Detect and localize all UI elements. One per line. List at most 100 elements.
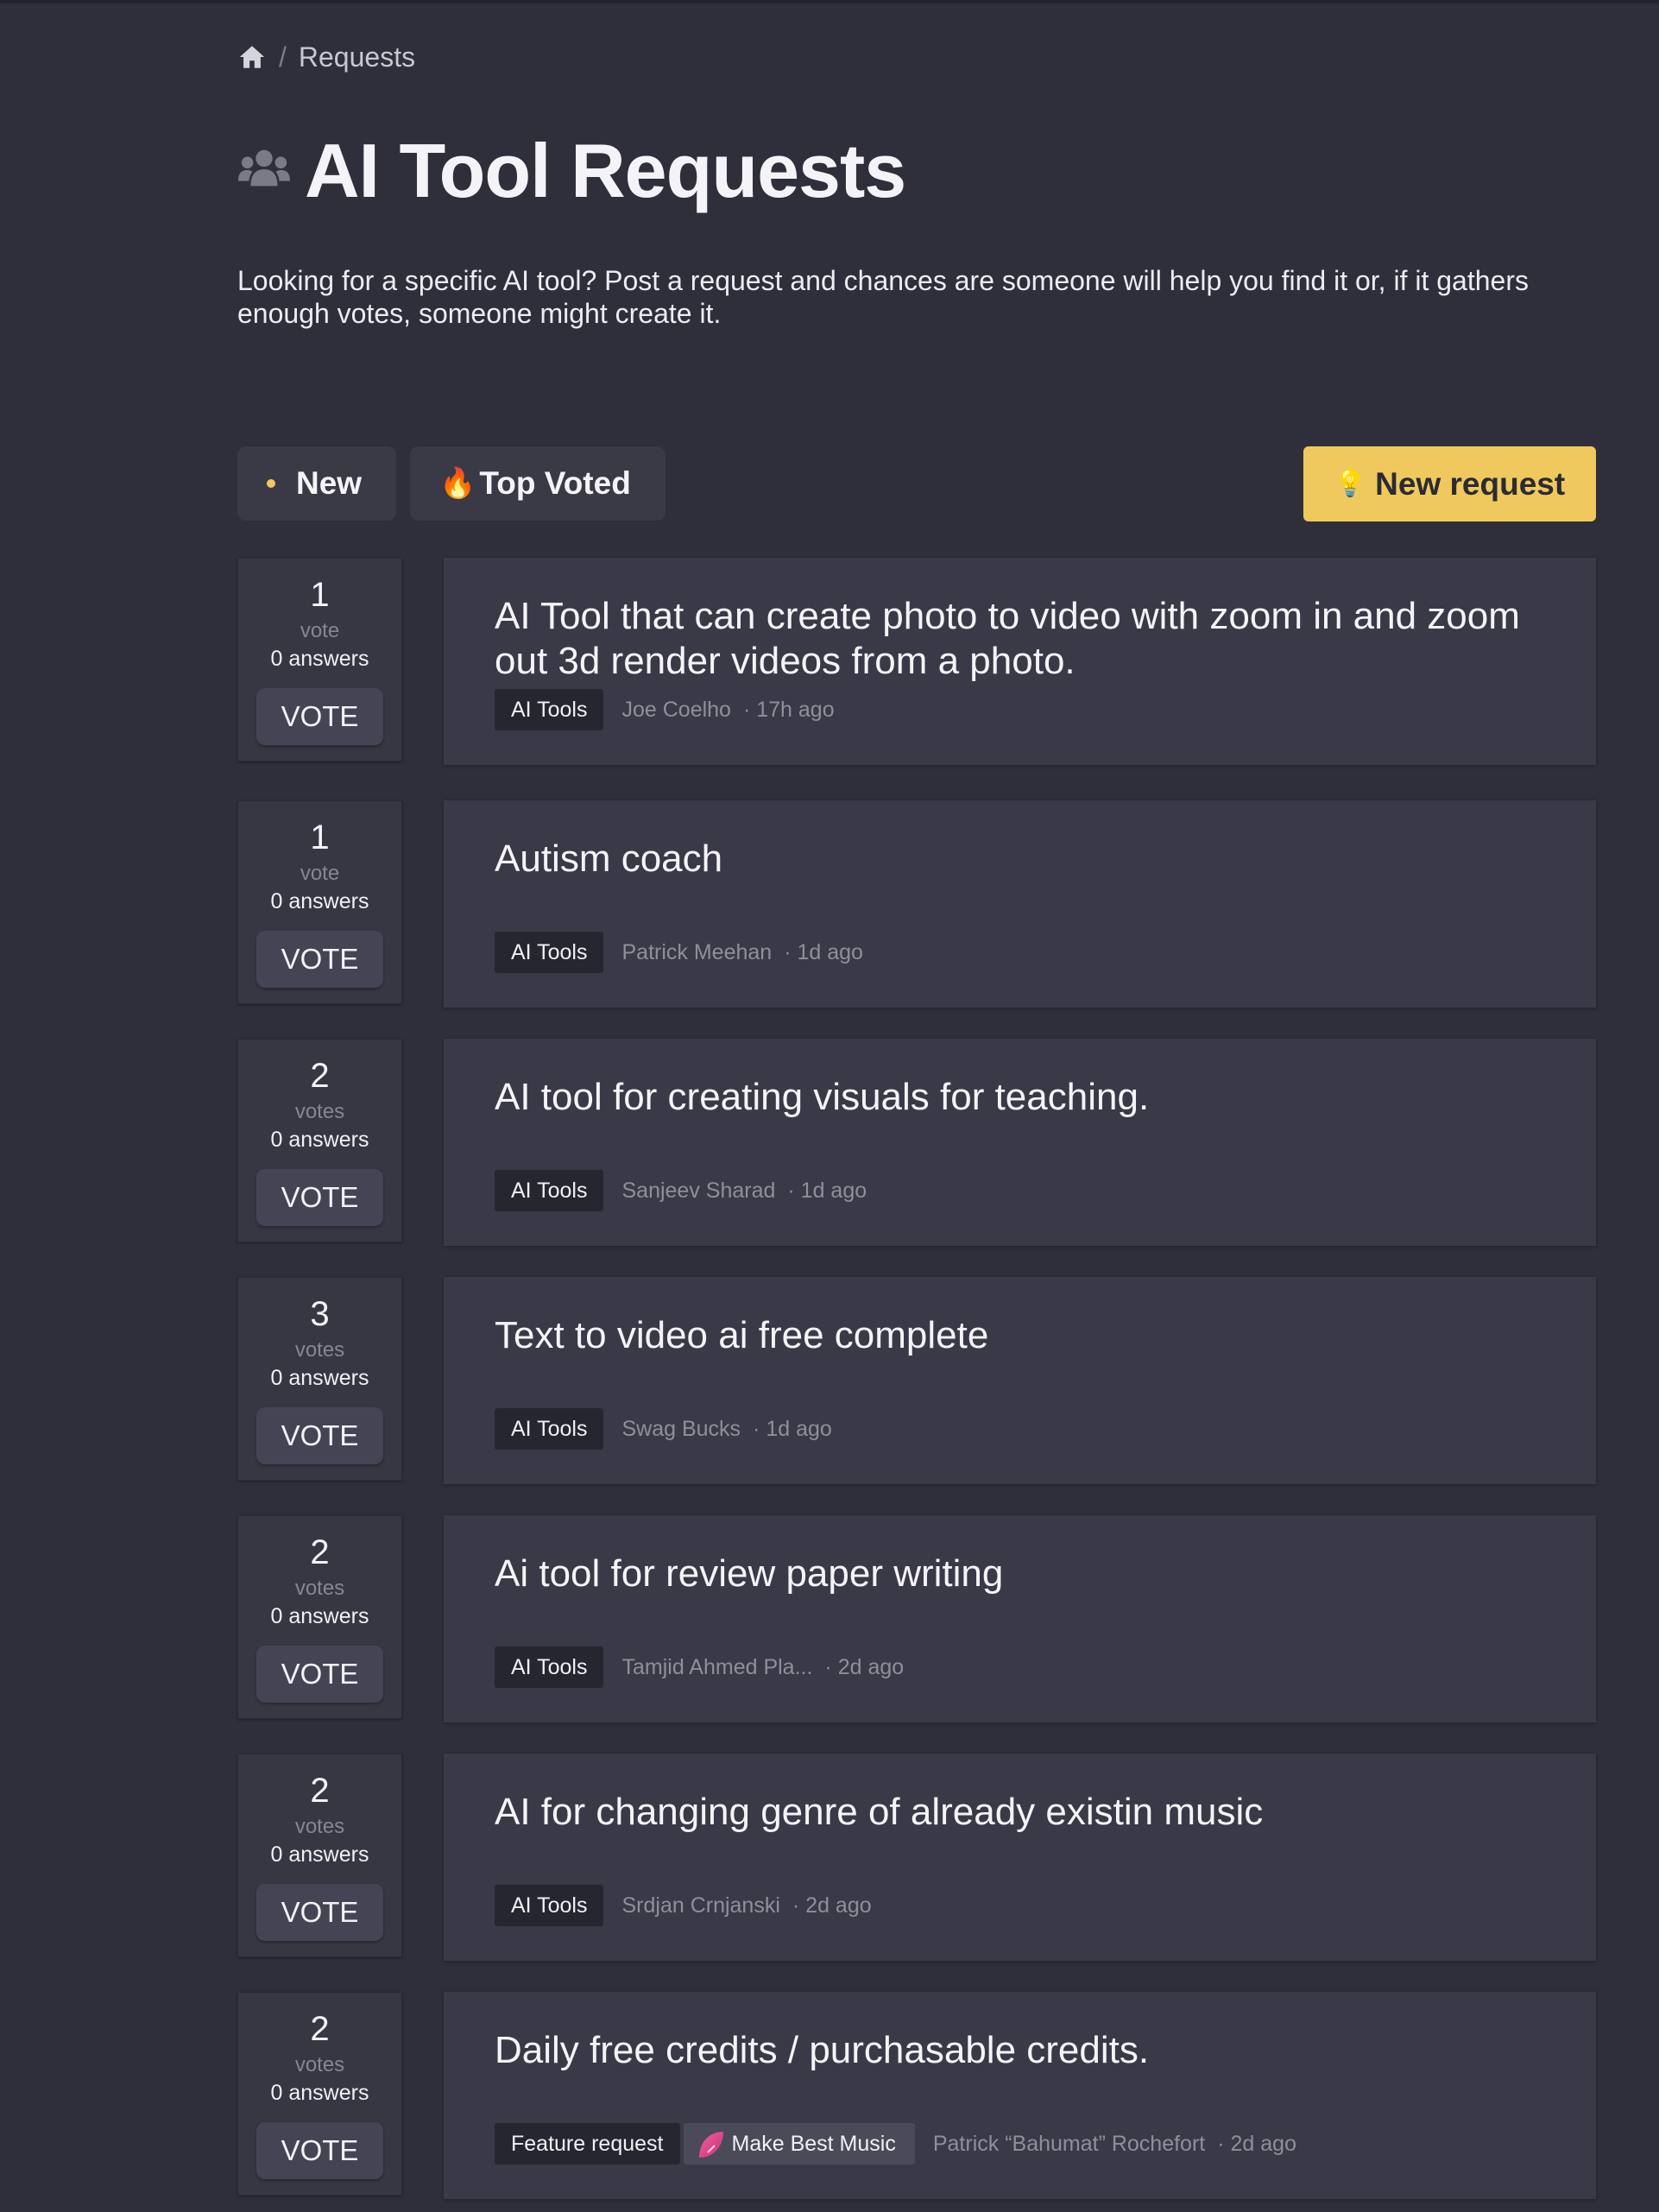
users-icon bbox=[237, 150, 291, 186]
author-name[interactable]: Swag Bucks bbox=[621, 1417, 741, 1442]
request-item: 2 votes 0 answers VOTE Daily free credit… bbox=[237, 1992, 1596, 2199]
author-name[interactable]: Patrick “Bahumat” Rochefort bbox=[933, 2132, 1205, 2157]
request-card[interactable]: AI tool for creating visuals for teachin… bbox=[444, 1039, 1596, 1246]
active-dot-icon bbox=[267, 479, 275, 488]
vote-count: 2 bbox=[310, 2010, 330, 2048]
request-meta: Feature request Make Best Music Patrick … bbox=[495, 2123, 1296, 2165]
author-name[interactable]: Tamjid Ahmed Pla... bbox=[621, 1655, 812, 1680]
tab-new-label: New bbox=[296, 465, 363, 501]
vote-button[interactable]: VOTE bbox=[256, 1407, 383, 1464]
request-meta: AI Tools Tamjid Ahmed Pla... · 2d ago bbox=[495, 1646, 904, 1688]
tab-top-voted-label: Top Voted bbox=[479, 465, 631, 501]
request-meta: AI Tools Joe Coelho · 17h ago bbox=[495, 689, 835, 730]
category-tag[interactable]: AI Tools bbox=[495, 689, 604, 730]
new-request-button[interactable]: 💡 New request bbox=[1303, 446, 1596, 521]
vote-unit: votes bbox=[294, 1815, 345, 1838]
request-title[interactable]: Ai tool for review paper writing bbox=[495, 1552, 1530, 1596]
vote-button[interactable]: VOTE bbox=[256, 931, 383, 988]
request-title[interactable]: Daily free credits / purchasable credits… bbox=[495, 2028, 1530, 2073]
author-name[interactable]: Sanjeev Sharad bbox=[621, 1179, 775, 1204]
vote-count: 1 bbox=[310, 576, 330, 614]
vote-unit: votes bbox=[294, 1577, 345, 1600]
product-tag-label: Make Best Music bbox=[731, 2131, 896, 2156]
request-item: 1 vote 0 answers VOTE Autism coach AI To… bbox=[237, 800, 1596, 1008]
page-header: AI Tool Requests bbox=[237, 128, 906, 213]
request-card[interactable]: Autism coach AI Tools Patrick Meehan · 1… bbox=[444, 800, 1596, 1008]
request-card[interactable]: Text to video ai free complete AI Tools … bbox=[444, 1277, 1596, 1484]
vote-button[interactable]: VOTE bbox=[256, 1646, 383, 1703]
top-edge bbox=[0, 0, 1659, 3]
vote-count: 2 bbox=[310, 1772, 330, 1810]
author-name[interactable]: Patrick Meehan bbox=[621, 940, 772, 965]
vote-button[interactable]: VOTE bbox=[256, 688, 383, 745]
request-title[interactable]: AI tool for creating visuals for teachin… bbox=[495, 1075, 1530, 1120]
vote-panel: 1 vote 0 answers VOTE bbox=[237, 558, 402, 762]
vote-panel: 2 votes 0 answers VOTE bbox=[237, 1515, 402, 1719]
vote-unit: votes bbox=[294, 2053, 345, 2076]
product-tag[interactable]: Make Best Music bbox=[683, 2123, 915, 2165]
breadcrumb-current[interactable]: Requests bbox=[299, 41, 415, 73]
vote-panel: 1 vote 0 answers VOTE bbox=[237, 800, 402, 1004]
request-item: 2 votes 0 answers VOTE AI tool for creat… bbox=[237, 1039, 1596, 1246]
category-tag[interactable]: AI Tools bbox=[495, 1408, 604, 1450]
tab-top-voted[interactable]: 🔥 Top Voted bbox=[410, 446, 665, 521]
vote-button[interactable]: VOTE bbox=[256, 1169, 383, 1226]
lightbulb-icon: 💡 bbox=[1334, 470, 1367, 498]
request-meta: AI Tools Srdjan Crnjanski · 2d ago bbox=[495, 1885, 872, 1926]
vote-button[interactable]: VOTE bbox=[256, 2122, 383, 2179]
category-tag[interactable]: AI Tools bbox=[495, 1646, 604, 1688]
vote-panel: 2 votes 0 answers VOTE bbox=[237, 1039, 402, 1242]
post-age: · 1d ago bbox=[753, 1416, 832, 1441]
request-meta: AI Tools Sanjeev Sharad · 1d ago bbox=[495, 1170, 867, 1211]
vote-panel: 2 votes 0 answers VOTE bbox=[237, 1754, 402, 1957]
request-title[interactable]: Autism coach bbox=[495, 837, 1530, 882]
request-title[interactable]: Text to video ai free complete bbox=[495, 1313, 1530, 1358]
answer-count: 0 answers bbox=[270, 1842, 369, 1867]
vote-count: 2 bbox=[310, 1533, 330, 1571]
vote-panel: 3 votes 0 answers VOTE bbox=[237, 1277, 402, 1481]
request-card[interactable]: AI for changing genre of already existin… bbox=[444, 1754, 1596, 1961]
vote-count: 2 bbox=[310, 1057, 330, 1095]
category-tag[interactable]: AI Tools bbox=[495, 932, 604, 973]
breadcrumb-separator: / bbox=[279, 41, 287, 73]
vote-button[interactable]: VOTE bbox=[256, 1884, 383, 1941]
request-item: 2 votes 0 answers VOTE Ai tool for revie… bbox=[237, 1515, 1596, 1722]
category-tag[interactable]: AI Tools bbox=[495, 1170, 604, 1211]
request-item: 2 votes 0 answers VOTE AI for changing g… bbox=[237, 1754, 1596, 1961]
tab-new[interactable]: New bbox=[237, 446, 397, 521]
breadcrumb: / Requests bbox=[237, 40, 415, 74]
request-meta: AI Tools Swag Bucks · 1d ago bbox=[495, 1408, 832, 1450]
request-title[interactable]: AI Tool that can create photo to video w… bbox=[495, 594, 1530, 684]
answer-count: 0 answers bbox=[270, 647, 369, 671]
new-request-label: New request bbox=[1375, 465, 1566, 502]
vote-count: 3 bbox=[310, 1295, 330, 1333]
make-best-music-logo-icon bbox=[698, 2132, 723, 2158]
fire-icon: 🔥 bbox=[439, 467, 476, 500]
request-card[interactable]: Ai tool for review paper writing AI Tool… bbox=[444, 1515, 1596, 1722]
request-title[interactable]: AI for changing genre of already existin… bbox=[495, 1790, 1530, 1835]
author-name[interactable]: Srdjan Crnjanski bbox=[621, 1893, 779, 1918]
post-age: · 2d ago bbox=[792, 1893, 872, 1918]
answer-count: 0 answers bbox=[270, 1128, 369, 1152]
vote-unit: votes bbox=[294, 1338, 345, 1362]
answer-count: 0 answers bbox=[270, 1366, 369, 1390]
request-card[interactable]: AI Tool that can create photo to video w… bbox=[444, 558, 1596, 765]
sort-tabs: New 🔥 Top Voted bbox=[237, 446, 665, 521]
author-name[interactable]: Joe Coelho bbox=[621, 698, 730, 723]
request-card[interactable]: Daily free credits / purchasable credits… bbox=[444, 1992, 1596, 2199]
post-age: · 2d ago bbox=[1217, 2131, 1296, 2156]
answer-count: 0 answers bbox=[270, 1604, 369, 1628]
category-tag[interactable]: AI Tools bbox=[495, 1885, 604, 1926]
vote-count: 1 bbox=[310, 818, 330, 856]
category-tag[interactable]: Feature request bbox=[495, 2123, 680, 2165]
post-age: · 2d ago bbox=[824, 1654, 905, 1679]
vote-unit: vote bbox=[300, 619, 340, 642]
request-meta: AI Tools Patrick Meehan · 1d ago bbox=[495, 932, 863, 973]
answer-count: 0 answers bbox=[270, 2081, 369, 2105]
post-age: · 1d ago bbox=[784, 939, 863, 964]
answer-count: 0 answers bbox=[270, 889, 369, 913]
post-age: · 1d ago bbox=[787, 1178, 867, 1203]
home-icon[interactable] bbox=[237, 42, 267, 72]
request-item: 1 vote 0 answers VOTE AI Tool that can c… bbox=[237, 558, 1596, 765]
page-title: AI Tool Requests bbox=[305, 128, 906, 213]
